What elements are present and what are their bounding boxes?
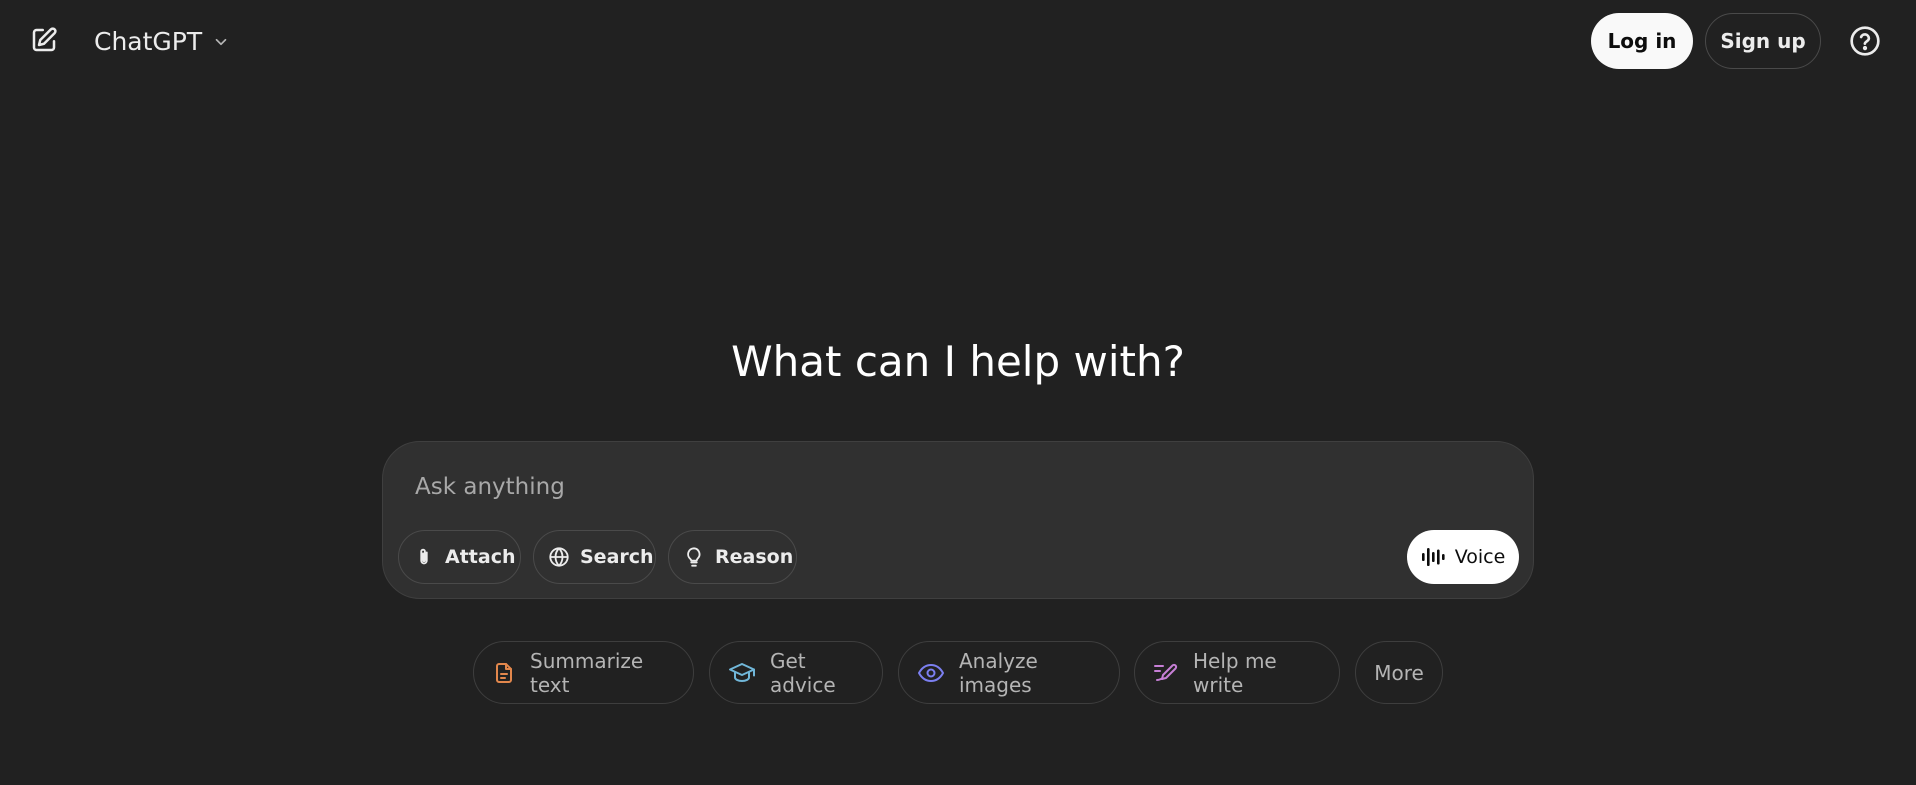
lightbulb-icon [683, 546, 705, 568]
suggestion-analyze-images[interactable]: Analyze images [898, 641, 1120, 704]
attach-label: Attach [445, 546, 516, 568]
reason-label: Reason [715, 546, 794, 568]
voice-waveform-icon [1421, 546, 1445, 568]
pen-icon [1153, 661, 1179, 685]
search-button[interactable]: Search [533, 530, 656, 584]
suggestion-label: Help me write [1193, 648, 1277, 697]
top-bar: ChatGPT Log in Sign up [0, 0, 1916, 84]
paperclip-icon [413, 546, 435, 568]
help-button[interactable] [1846, 22, 1884, 60]
suggestion-get-advice[interactable]: Get advice [709, 641, 883, 704]
signup-button[interactable]: Sign up [1705, 13, 1821, 69]
prompt-input[interactable] [413, 464, 1497, 510]
model-name: ChatGPT [94, 26, 203, 56]
new-chat-button[interactable] [26, 22, 62, 58]
new-chat-icon [29, 25, 59, 55]
suggestion-label: Get advice [770, 648, 836, 697]
suggestion-label: Analyze images [959, 648, 1038, 697]
suggestion-label: More [1374, 660, 1424, 685]
chevron-down-icon [212, 33, 230, 51]
suggestion-label: Summarize text [530, 648, 644, 697]
globe-icon [548, 546, 570, 568]
voice-label: Voice [1454, 546, 1506, 568]
suggestion-summarize-text[interactable]: Summarize text [473, 641, 694, 704]
graduation-cap-icon [728, 661, 756, 685]
attach-button[interactable]: Attach [398, 530, 521, 584]
search-label: Search [580, 546, 654, 568]
composer: Attach Search Reason [382, 441, 1534, 599]
page-title: What can I help with? [731, 337, 1185, 386]
reason-button[interactable]: Reason [668, 530, 797, 584]
suggestion-more[interactable]: More [1355, 641, 1443, 704]
voice-button[interactable]: Voice [1407, 530, 1519, 584]
help-circle-icon [1849, 25, 1881, 57]
eye-icon [917, 661, 945, 685]
model-selector[interactable]: ChatGPT [86, 20, 238, 62]
document-icon [492, 661, 516, 685]
login-button[interactable]: Log in [1591, 13, 1693, 69]
suggestion-help-me-write[interactable]: Help me write [1134, 641, 1340, 704]
